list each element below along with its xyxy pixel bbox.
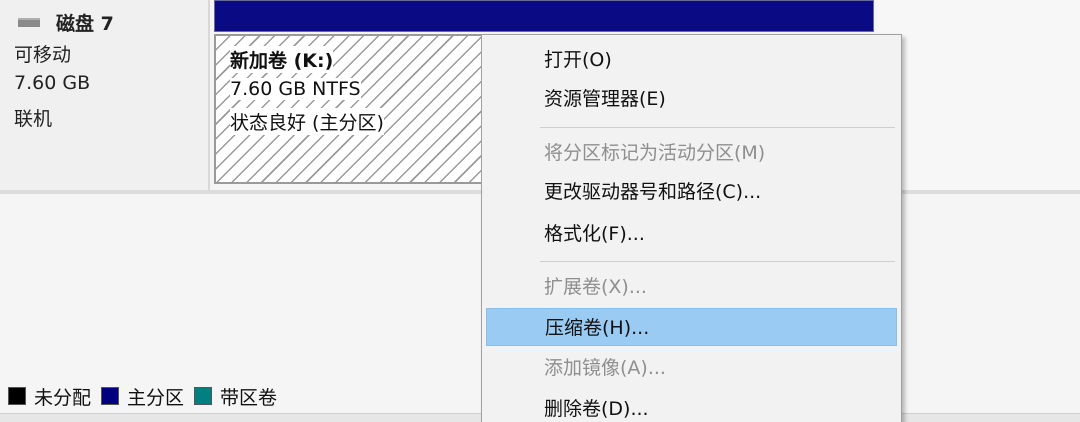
volume-size-fs: 7.60 GB NTFS — [230, 78, 361, 100]
legend-swatch-striped — [194, 387, 213, 405]
legend-item-primary: 主分区 — [101, 383, 184, 410]
menu-separator — [540, 127, 895, 128]
menu-item-explorer[interactable]: 资源管理器(E) — [486, 80, 897, 118]
disk-status: 联机 — [14, 108, 53, 130]
disk-size: 7.60 GB — [14, 72, 91, 94]
menu-separator — [540, 261, 895, 262]
volume-context-menu: 打开(O) 资源管理器(E) 将分区标记为活动分区(M) 更改驱动器号和路径(C… — [481, 34, 902, 422]
partition-legend: 未分配 主分区 带区卷 — [8, 383, 287, 410]
disk-row-empty-area — [878, 0, 1080, 190]
menu-item-shrink-volume[interactable]: 压缩卷(H)... — [486, 308, 897, 346]
legend-label: 未分配 — [34, 386, 92, 409]
disk-management-view: 磁盘 7 可移动 7.60 GB 联机 新加卷 (K:) 7.60 GB NTF… — [0, 0, 1080, 422]
menu-item-add-mirror[interactable]: 添加镜像(A)... — [486, 349, 897, 387]
disk-title-row: 磁盘 7 — [18, 10, 114, 35]
menu-item-delete-volume[interactable]: 删除卷(D)... — [486, 390, 897, 422]
legend-swatch-unallocated — [8, 387, 26, 405]
menu-item-open[interactable]: 打开(O) — [486, 41, 897, 79]
menu-item-format[interactable]: 格式化(F)... — [486, 215, 897, 253]
legend-item-unallocated: 未分配 — [8, 383, 91, 410]
legend-label: 带区卷 — [220, 386, 278, 409]
disk-info-panel[interactable]: 磁盘 7 可移动 7.60 GB 联机 — [0, 0, 210, 190]
disk-type: 可移动 — [14, 44, 72, 66]
menu-item-change-drive-letter[interactable]: 更改驱动器号和路径(C)... — [486, 173, 897, 211]
legend-label: 主分区 — [127, 386, 185, 409]
legend-swatch-primary — [101, 387, 120, 405]
disk-drive-icon — [18, 17, 40, 27]
volume-health: 状态良好 (主分区) — [230, 108, 384, 135]
menu-item-extend-volume[interactable]: 扩展卷(X)... — [486, 268, 897, 306]
menu-item-mark-active[interactable]: 将分区标记为活动分区(M) — [486, 134, 897, 172]
volume-name: 新加卷 (K:) — [230, 46, 334, 73]
primary-partition-bar[interactable] — [214, 0, 874, 32]
legend-item-striped: 带区卷 — [194, 383, 277, 410]
disk-title: 磁盘 7 — [56, 12, 114, 35]
